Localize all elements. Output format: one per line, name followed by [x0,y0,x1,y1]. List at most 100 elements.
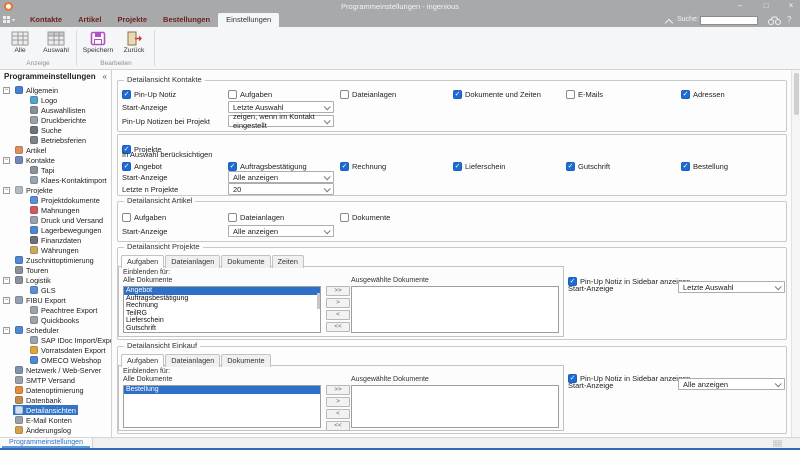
checkbox-box[interactable] [122,213,131,222]
sidebar-item-logistik[interactable]: −Logistik [0,275,111,285]
pinup-projekt-select[interactable]: zeigen, wenn im Kontakt eingestellt [228,115,334,127]
checkbox-aufgaben[interactable]: Aufgaben [228,89,340,99]
tab-dokumente[interactable]: Dokumente [221,354,270,367]
sidebar-item-auswahllisten[interactable]: Auswahllisten [0,105,111,115]
tree-expander-icon[interactable]: − [3,157,10,164]
tree-expander-icon[interactable]: − [3,327,10,334]
checkbox-e-mails[interactable]: E-Mails [566,89,681,99]
source-document-list[interactable]: Bestellung [123,385,321,428]
checkbox-dokumente[interactable]: Dokumente [340,212,453,222]
maximize-button[interactable]: □ [758,0,774,13]
sidebar-item-quickbooks[interactable]: Quickbooks [0,315,111,325]
help-icon[interactable]: ? [787,13,791,27]
sidebar-item-suche[interactable]: Suche [0,125,111,135]
start-anzeige-select[interactable]: Alle anzeigen [228,225,334,237]
sidebar-item-druck-und-versand[interactable]: Druck und Versand [0,215,111,225]
sidebar-item-datenbank[interactable]: Datenbank [0,395,111,405]
checkbox-rechnung[interactable]: ✓Rechnung [340,161,453,171]
list-item-bestellung[interactable]: Bestellung [124,386,320,394]
sidebar-item-lagerbewegungen[interactable]: Lagerbewegungen [0,225,111,235]
sidebar-item-peachtree-export[interactable]: Peachtree Export [0,305,111,315]
sidebar-item-netzwerk-web-server[interactable]: Netzwerk / Web-Server [0,365,111,375]
ribbon-tab-kontakte[interactable]: Kontakte [22,13,70,27]
move-left-button[interactable]: < [326,409,350,419]
move-all-left-button[interactable]: << [326,421,350,431]
checkbox-dateianlagen[interactable]: Dateianlagen [340,89,453,99]
checkbox-box[interactable] [228,213,237,222]
ribbon-tab-artikel[interactable]: Artikel [70,13,109,27]
vertical-scrollbar[interactable] [791,70,800,437]
checkbox-box[interactable] [340,213,349,222]
sidebar-item-logo[interactable]: Logo [0,95,111,105]
checkbox-box[interactable]: ✓ [122,162,131,171]
sidebar-item-zuschnittoptimierung[interactable]: Zuschnittoptimierung [0,255,111,265]
start-anzeige-select[interactable]: Alle anzeigen [228,171,334,183]
checkbox-box[interactable]: ✓ [681,90,690,99]
move-all-right-button[interactable]: >> [326,385,350,395]
tree-expander-icon[interactable]: − [3,297,10,304]
start-anzeige-select[interactable]: Alle anzeigen [678,378,785,390]
tab-dateianlagen[interactable]: Dateianlagen [165,354,220,367]
sidebar-item-vorratsdaten-export[interactable]: Vorratsdaten Export [0,345,111,355]
scrollbar-thumb[interactable] [794,73,799,115]
sidebar-item-scheduler[interactable]: −Scheduler [0,325,111,335]
sidebar-item-währungen[interactable]: Währungen [0,245,111,255]
checkbox-pin-up-notiz[interactable]: ✓Pin-Up Notiz [122,89,228,99]
zurueck-button[interactable]: Zurück [116,29,152,59]
sidebar-item-mahnungen[interactable]: Mahnungen [0,205,111,215]
source-document-list[interactable]: AngebotAuftragsbestätigungRechnungTeilRG… [123,286,321,333]
tab-dokumente[interactable]: Dokumente [221,255,270,268]
sidebar-item-touren[interactable]: Touren [0,265,111,275]
checkbox-dokumente-und-zeiten[interactable]: ✓Dokumente und Zeiten [453,89,566,99]
sidebar-item-detailansichten[interactable]: Detailansichten [0,405,111,415]
close-button[interactable]: × [783,0,799,13]
sidebar-item-datenoptimierung[interactable]: Datenoptimierung [0,385,111,395]
tree-expander-icon[interactable]: − [3,277,10,284]
checkbox-box[interactable] [228,90,237,99]
list-item-angebot[interactable]: Angebot [124,287,320,295]
target-document-list[interactable] [351,385,559,428]
sidebar-item-projektdokumente[interactable]: Projektdokumente [0,195,111,205]
checkbox-box[interactable] [340,90,349,99]
list-item-lieferschein[interactable]: Lieferschein [124,317,320,325]
sidebar-item-tapi[interactable]: Tapi [0,165,111,175]
speichern-button[interactable]: Speichern [80,29,116,59]
ribbon-tab-projekte[interactable]: Projekte [109,13,155,27]
sidebar-item-finanzdaten[interactable]: Finanzdaten [0,235,111,245]
sidebar-item-smtp-versand[interactable]: SMTP Versand [0,375,111,385]
minimize-button[interactable]: – [732,0,748,13]
sidebar-item-betriebsferien[interactable]: Betriebsferien [0,135,111,145]
sidebar-item-artikel[interactable]: Artikel [0,145,111,155]
move-all-right-button[interactable]: >> [326,286,350,296]
checkbox-box[interactable] [566,90,575,99]
sidebar-item-e-mail-konten[interactable]: E-Mail Konten [0,415,111,425]
checkbox-box[interactable]: ✓ [340,162,349,171]
search-input[interactable] [700,16,758,25]
tab-aufgaben[interactable]: Aufgaben [121,255,164,268]
menu-grid-icon[interactable] [3,16,17,25]
start-anzeige-select[interactable]: Letzte Auswahl [678,281,785,293]
collapse-sidebar-icon[interactable]: « [103,70,107,84]
list-item-rechnung[interactable]: Rechnung [124,302,320,310]
checkbox-auftragsbestätigung[interactable]: ✓Auftragsbestätigung [228,161,340,171]
checkbox-box[interactable]: ✓ [122,90,131,99]
sidebar-item-omeco-webshop[interactable]: OMECO Webshop [0,355,111,365]
checkbox-angebot[interactable]: ✓Angebot [122,161,228,171]
checkbox-box[interactable]: ✓ [453,162,462,171]
tree-expander-icon[interactable]: − [3,187,10,194]
move-all-left-button[interactable]: << [326,322,350,332]
sidebar-item-änderungslog[interactable]: Änderungslog [0,425,111,435]
target-document-list[interactable] [351,286,559,333]
checkbox-box[interactable]: ✓ [453,90,462,99]
alle-button[interactable]: Alle [2,29,38,59]
sidebar-item-klaes-kontaktimport[interactable]: Klaes-Kontaktimport [0,175,111,185]
sidebar-item-allgemein[interactable]: −Allgemein [0,85,111,95]
tab-zeiten[interactable]: Zeiten [272,255,304,268]
checkbox-lieferschein[interactable]: ✓Lieferschein [453,161,566,171]
collapse-ribbon-icon[interactable] [665,19,673,27]
sidebar-item-sap-idoc-import-export[interactable]: SAP IDoc Import/Export [0,335,111,345]
sidebar-item-kontakte[interactable]: −Kontakte [0,155,111,165]
tab-aufgaben[interactable]: Aufgaben [121,354,164,367]
list-item-gutschrift[interactable]: Gutschrift [124,325,320,333]
tab-dateianlagen[interactable]: Dateianlagen [165,255,220,268]
